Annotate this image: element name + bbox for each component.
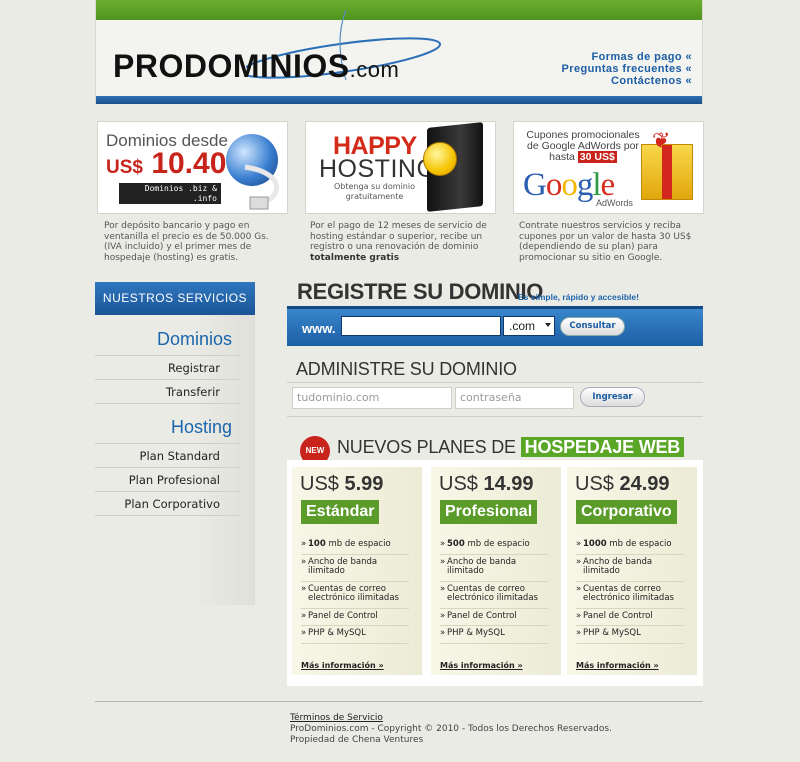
promo-dominios-banner[interactable]: Dominios desde US$ 10.40 Dominios .biz &… — [97, 121, 288, 214]
plan-price: US$ 14.99 — [439, 473, 534, 495]
ingresar-button[interactable]: Ingresar — [580, 387, 645, 407]
tld-select[interactable]: .com — [503, 316, 555, 336]
sidebar-item-plan-standard[interactable]: Plan Standard — [95, 443, 240, 467]
smiley-icon — [423, 142, 457, 176]
promo-hosting-desc: Por el pago de 12 meses de servicio de h… — [310, 221, 487, 263]
sidebar-heading: NUESTROS SERVICIOS — [95, 282, 255, 315]
plan-feature: PHP & MySQL — [576, 626, 684, 644]
sidebar-item-plan-profesional[interactable]: Plan Profesional — [95, 467, 240, 491]
divider — [287, 382, 703, 383]
domain-search-input[interactable] — [341, 316, 501, 336]
plan-feature: Panel de Control — [301, 609, 409, 626]
plan-features: 1000 mb de espacio Ancho de banda ilimit… — [576, 537, 684, 644]
admin-password-input[interactable]: contraseña — [455, 387, 574, 409]
footer-copyright: ProDominios.com - Copyright © 2010 - Tod… — [290, 724, 612, 734]
footer: Términos de Servicio ProDominios.com - C… — [290, 713, 612, 746]
top-links: Formas de pago « Preguntas frecuentes « … — [562, 51, 692, 87]
sidebar-cat-dominios[interactable]: Dominios — [95, 329, 254, 355]
sidebar-item-plan-corporativo[interactable]: Plan Corporativo — [95, 491, 240, 515]
terms-link[interactable]: Términos de Servicio — [290, 713, 612, 724]
plan-feature: Cuentas de correo electrónico ilimitadas — [440, 582, 548, 609]
more-info-link[interactable]: Más información » — [576, 661, 659, 670]
plan-feature: Cuentas de correo electrónico ilimitadas — [301, 582, 409, 609]
promo-dominios-price: US$ 10.40 — [106, 147, 227, 180]
plan-name: Profesional — [440, 500, 538, 524]
chevron-down-icon — [545, 323, 551, 327]
consultar-button[interactable]: Consultar — [560, 317, 625, 336]
promo-adwords-title: Cupones promocionales de Google AdWords … — [526, 129, 640, 163]
plan-feature: Panel de Control — [440, 609, 548, 626]
admin-title: ADMINISTRE SU DOMINIO — [296, 359, 517, 379]
more-info-link[interactable]: Más información » — [301, 661, 384, 670]
www-label: www. — [302, 321, 336, 336]
plan-feature: Panel de Control — [576, 609, 684, 626]
footer-divider — [95, 701, 703, 702]
plans-heading: NUEVOS PLANES DE HOSPEDAJE WEB — [337, 437, 685, 458]
plan-feature: 100 mb de espacio — [301, 537, 409, 555]
header-blue-bar — [96, 96, 702, 104]
plan-feature: Ancho de banda ilimitado — [576, 555, 684, 582]
plan-feature: 500 mb de espacio — [440, 537, 548, 555]
register-search-bar: www. .com Consultar — [287, 306, 703, 346]
admin-domain-input[interactable]: tudominio.com — [292, 387, 452, 409]
plan-card-estandar: US$ 5.99 Estándar 100 mb de espacio Anch… — [292, 467, 422, 675]
plan-price: US$ 5.99 — [300, 473, 384, 495]
plan-feature: PHP & MySQL — [440, 626, 548, 644]
more-info-link[interactable]: Más información » — [440, 661, 523, 670]
sidebar-item-registrar[interactable]: Registrar — [95, 355, 240, 379]
promo-dominios-desc: Por depósito bancario y pago en ventanil… — [104, 221, 269, 263]
site-logo[interactable]: PRODOMINIOS.com — [113, 48, 399, 85]
network-cable-icon — [244, 164, 279, 210]
link-contactenos[interactable]: Contáctenos « — [562, 75, 692, 87]
plan-features: 100 mb de espacio Ancho de banda ilimita… — [301, 537, 409, 644]
promo-adwords-banner[interactable]: Cupones promocionales de Google AdWords … — [513, 121, 704, 214]
gift-bow-icon: ❦ — [652, 129, 671, 154]
divider — [287, 416, 703, 417]
sidebar-cat-hosting[interactable]: Hosting — [95, 417, 254, 443]
promo-hosting-sub: Obtenga su dominio gratuitamente — [334, 182, 415, 201]
plan-feature: Cuentas de correo electrónico ilimitadas — [576, 582, 684, 609]
promo-dominios-box: Dominios .biz & .info desde US$ 13.10 — [119, 183, 221, 213]
plan-features: 500 mb de espacio Ancho de banda ilimita… — [440, 537, 548, 644]
link-formas-de-pago[interactable]: Formas de pago « — [562, 51, 692, 63]
plan-name: Corporativo — [576, 500, 677, 524]
promo-hosting-banner[interactable]: HAPPY HOSTING Obtenga su dominio gratuit… — [305, 121, 496, 214]
plan-feature: Ancho de banda ilimitado — [440, 555, 548, 582]
plan-card-profesional: US$ 14.99 Profesional 500 mb de espacio … — [431, 467, 561, 675]
plan-name: Estándar — [301, 500, 380, 524]
site-header: PRODOMINIOS.com Formas de pago « Pregunt… — [95, 0, 703, 104]
plan-price: US$ 24.99 — [575, 473, 670, 495]
promo-adwords-desc: Contrate nuestros servicios y reciba cup… — [519, 221, 692, 263]
register-tagline: Es simple, rápido y accesible! — [518, 292, 639, 302]
sidebar-item-transferir[interactable]: Transferir — [95, 379, 240, 403]
adwords-label: AdWords — [596, 198, 633, 208]
plan-feature: 1000 mb de espacio — [576, 537, 684, 555]
plans-container: US$ 5.99 Estándar 100 mb de espacio Anch… — [287, 460, 703, 686]
register-title: REGISTRE SU DOMINIO — [297, 279, 544, 304]
sidebar: Dominios Registrar Transferir Hosting Pl… — [95, 315, 255, 605]
plan-feature: Ancho de banda ilimitado — [301, 555, 409, 582]
footer-owner: Propiedad de Chena Ventures — [290, 735, 424, 745]
sidebar-divider — [95, 403, 240, 417]
plan-card-corporativo: US$ 24.99 Corporativo 1000 mb de espacio… — [567, 467, 697, 675]
link-preguntas-frecuentes[interactable]: Preguntas frecuentes « — [562, 63, 692, 75]
promo-hosting-text: HOSTING — [319, 155, 437, 183]
plan-feature: PHP & MySQL — [301, 626, 409, 644]
